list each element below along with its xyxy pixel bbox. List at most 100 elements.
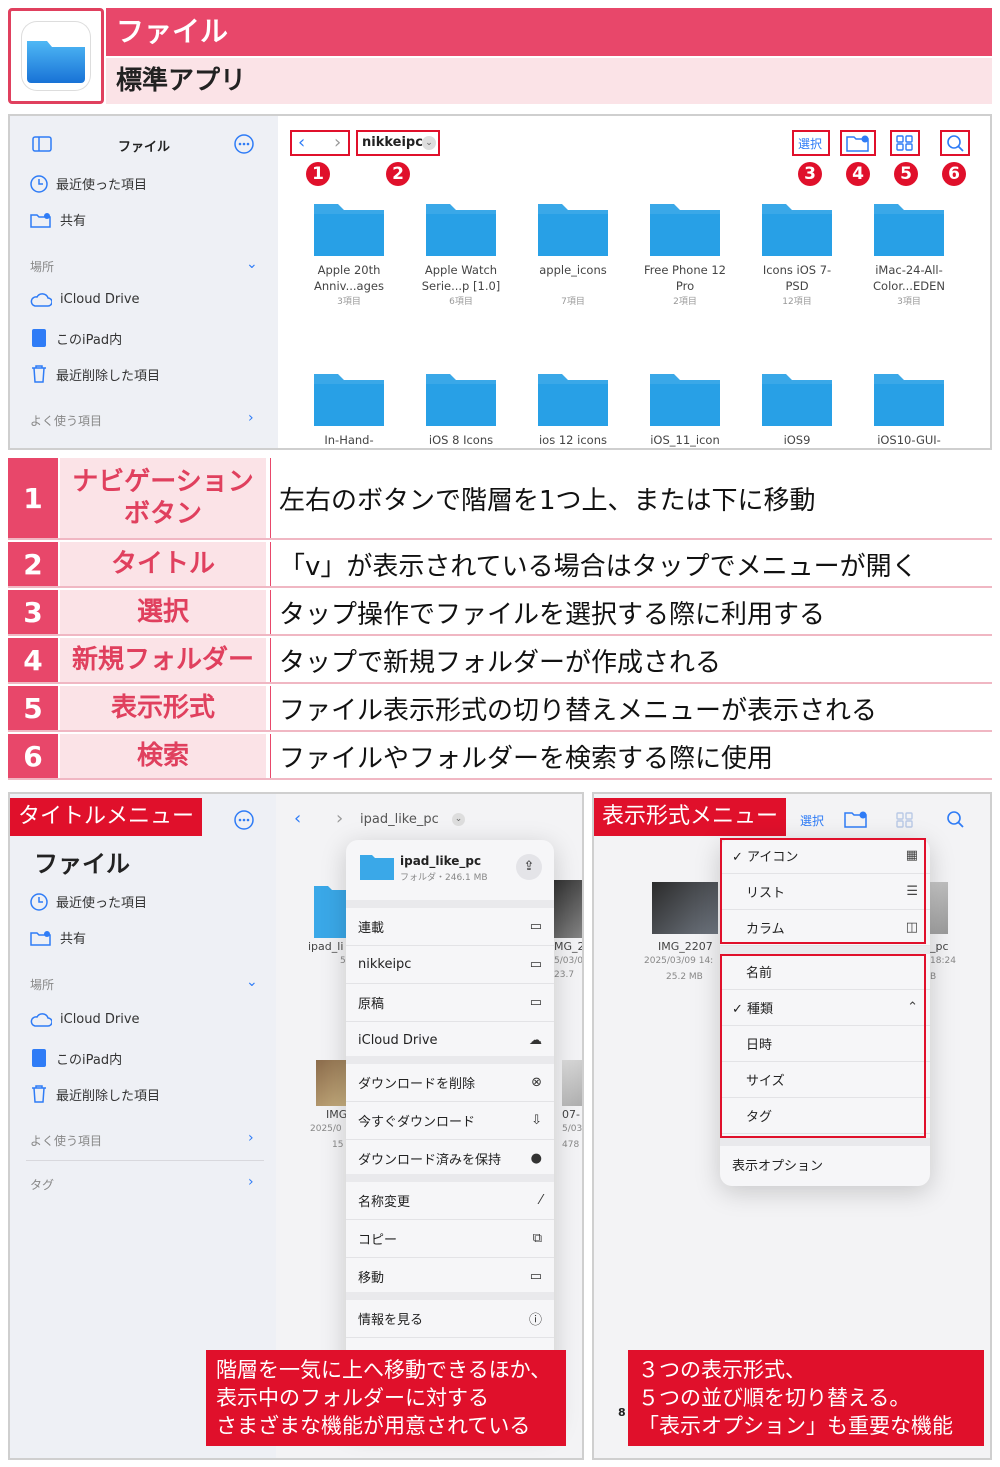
folder-icon[interactable] [762,370,832,426]
forward-button[interactable]: › [334,132,341,153]
folder-item-count: 3項目 [337,297,361,307]
bg-label: _pc [930,940,949,953]
cloud-icon [30,292,52,307]
folder-icon[interactable] [650,200,720,256]
bg-label: MG_2 [554,940,584,953]
title-chevron-icon[interactable]: ⌄ [422,136,436,150]
folder-icon[interactable] [874,200,944,256]
forward-button[interactable]: › [336,808,343,829]
folder-icon[interactable] [426,370,496,426]
grid-view-icon[interactable] [896,135,914,155]
menu-item-view-options[interactable]: 表示オプション [720,1146,930,1182]
folder-label: iOS10-GUI- [877,433,941,447]
callout-box-sort-group [720,954,926,1138]
folder-icon[interactable] [314,370,384,426]
sidebar-toggle-icon[interactable] [32,136,52,156]
sidebar-item-shared[interactable]: 共有 [30,928,86,947]
row-number: 6 [8,734,58,778]
sidebar: ファイル 最近使った項目 共有 場所 ⌄ iCloud Drive このiPad… [10,116,278,448]
new-folder-icon[interactable] [844,810,868,832]
select-button[interactable]: 選択 [800,812,824,829]
select-button[interactable]: 選択 [798,135,822,152]
row-number: 5 [8,686,58,730]
sidebar-item-ipad[interactable]: このiPad内 [30,328,122,348]
folder-item-count: 7項目 [561,297,585,307]
sidebar-item-icloud[interactable]: iCloud Drive [30,1012,140,1027]
menu-item-icon: ● [530,1151,542,1166]
search-icon[interactable] [946,810,964,832]
view-menu-screenshot: 選択 表示形式メニュー IMG_2207 2025/03/09 14: 25.2… [592,792,992,1460]
menu-item[interactable]: 移動 ▭ [346,1258,554,1296]
favorites-heading: よく使う項目 [30,1134,103,1148]
more-icon[interactable] [234,810,254,834]
row-number: 2 [8,542,58,586]
trash-icon [32,365,46,383]
chevron-right-icon[interactable]: › [248,410,254,426]
sidebar-item-recent[interactable]: 最近使った項目 [30,174,147,193]
menu-item[interactable]: コピー ⧉ [346,1220,554,1258]
back-button[interactable]: ‹ [294,808,301,829]
menu-item[interactable]: 今すぐダウンロード ⇩ [346,1102,554,1140]
folder-item-count: 2項目 [673,297,697,307]
places-heading: 場所 [30,978,55,992]
sidebar-item-shared[interactable]: 共有 [30,210,86,229]
menu-folder-info: フォルダ・246.1 MB [400,873,488,883]
folder-icon[interactable] [314,200,384,256]
folder-icon[interactable] [650,370,720,426]
chevron-down-icon[interactable]: ⌄ [246,256,258,272]
row-description: 左右のボタンで階層を1つ上、または下に移動 [270,458,992,538]
more-icon[interactable] [234,134,254,158]
folder-item-count: 3項目 [897,297,921,307]
sidebar-item-ipad[interactable]: このiPad内 [30,1048,122,1068]
row-feature-name: ナビゲーション ボタン [60,458,266,538]
menu-item[interactable]: 情報を見る ⓘ [346,1300,554,1338]
sidebar-item-deleted[interactable]: 最近削除した項目 [30,1084,160,1104]
app-icon-frame [8,8,104,104]
chevron-right-icon[interactable]: › [248,1174,254,1190]
sidebar-item-deleted[interactable]: 最近削除した項目 [30,364,160,384]
bg-label: 07- [562,1108,580,1121]
chevron-right-icon[interactable]: › [248,1130,254,1146]
menu-divider [720,1138,930,1146]
menu-item[interactable]: iCloud Drive ☁ [346,1022,554,1060]
menu-item-icon: ⓘ [528,1313,542,1328]
bg-label: 5 [340,956,346,966]
bg-label: B [930,972,937,982]
row-description: タップで新規フォルダーが作成される [270,638,992,682]
menu-item[interactable]: ダウンロードを削除 ⊗ [346,1064,554,1102]
sidebar-item-recent[interactable]: 最近使った項目 [30,892,147,911]
shared-folder-icon [30,212,51,228]
grid-view-icon[interactable] [896,812,914,832]
ipad-icon [32,329,46,347]
menu-item[interactable]: nikkeipc ▭ [346,946,554,984]
row-feature-name: 表示形式 [60,686,266,730]
title-chevron-icon[interactable]: ⌄ [452,813,465,826]
row-number: 3 [8,590,58,634]
menu-item[interactable]: 連載 ▭ [346,908,554,946]
folder-icon[interactable] [426,200,496,256]
page-title: ファイル [106,8,992,56]
folder-title[interactable]: ipad_like_pc [360,812,439,827]
section-tag: タイトルメニュー [10,798,203,836]
share-icon[interactable]: ⇪ [516,854,542,880]
menu-item[interactable]: 原稿 ▭ [346,984,554,1022]
search-icon[interactable] [946,134,964,156]
folder-icon[interactable] [538,200,608,256]
menu-item[interactable]: 名称変更 ⁄ [346,1182,554,1220]
photo-thumbnail [316,1060,346,1106]
new-folder-icon[interactable] [846,134,870,156]
row-description: ファイルやフォルダーを検索する際に使用 [270,734,992,778]
bg-label: ipad_li [308,940,344,953]
folder-title[interactable]: nikkeipc [362,135,423,150]
folder-icon[interactable] [762,200,832,256]
back-button[interactable]: ‹ [298,132,305,153]
chevron-down-icon[interactable]: ⌄ [246,974,258,990]
cloud-icon [30,1012,52,1027]
folder-icon[interactable] [874,370,944,426]
title-menu: ipad_like_pc フォルダ・246.1 MB ⇪ 連載 ▭ nikkeipc… [346,840,554,1426]
table-row: 5 表示形式 ファイル表示形式の切り替えメニューが表示される [8,686,992,732]
folder-icon[interactable] [538,370,608,426]
photo-thumbnail [554,880,582,938]
sidebar-item-icloud[interactable]: iCloud Drive [30,292,140,307]
menu-item[interactable]: ダウンロード済みを保持 ● [346,1140,554,1178]
